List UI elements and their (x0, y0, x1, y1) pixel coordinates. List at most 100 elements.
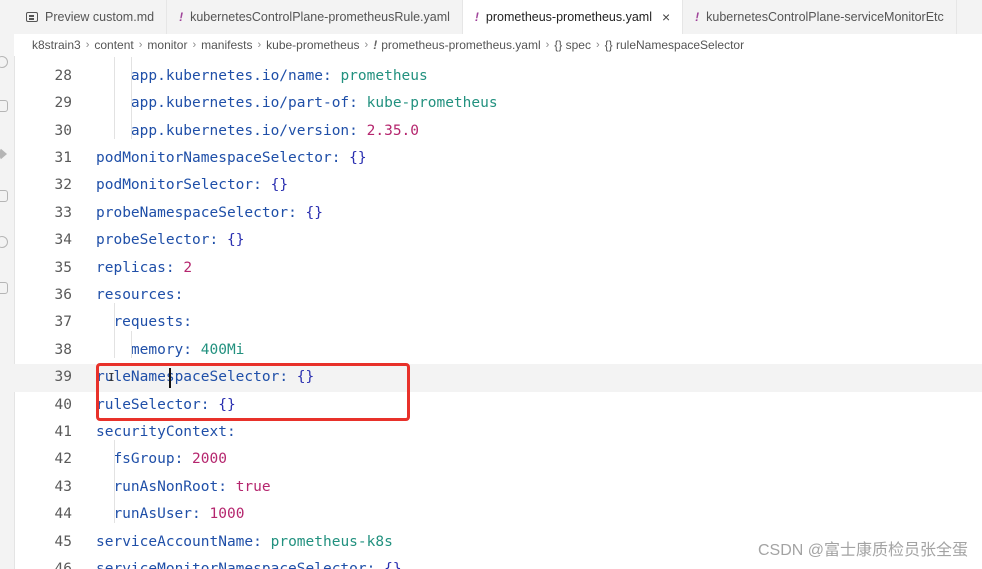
indent-guide (131, 56, 133, 139)
breadcrumb-item[interactable]: prometheus-prometheus.yaml (381, 38, 540, 52)
code-text: serviceMonitorNamespaceSelector: {} (96, 556, 402, 569)
line-number: 34 (54, 232, 72, 249)
breadcrumb-item[interactable]: monitor (147, 38, 187, 52)
testing-icon[interactable] (0, 282, 8, 294)
breadcrumb-item[interactable]: content (94, 38, 133, 52)
code-line[interactable]: 33 probeNamespaceSelector: {} (14, 200, 982, 227)
indent-guide (131, 330, 133, 359)
code-line[interactable]: 37 requests: (14, 309, 982, 336)
yaml-value: 2000 (192, 451, 227, 468)
code-line[interactable]: 32 podMonitorSelector: {} (14, 172, 982, 199)
chevron-right-icon: › (192, 39, 197, 51)
code-line[interactable]: 35 replicas: 2 (14, 255, 982, 282)
yaml-value: 2.35.0 (366, 122, 420, 139)
activity-bar (0, 0, 15, 569)
line-number: 29 (54, 95, 72, 112)
code-text: app.kubernetes.io/part-of: kube-promethe… (130, 95, 498, 112)
yaml-value: prometheus (340, 67, 428, 84)
yaml-value: 2 (183, 259, 193, 276)
yaml-key: podMonitorSelector (96, 177, 254, 194)
breadcrumb-item[interactable]: k8strain3 (32, 38, 81, 52)
code-text: fsGroup: 2000 (113, 451, 227, 468)
yaml-exclamation-icon: ! (695, 10, 700, 24)
editor-tab[interactable]: ! kubernetesControlPlane-serviceMonitorEt… (683, 0, 957, 34)
code-text: memory: 400Mi (130, 341, 245, 358)
code-editor[interactable]: 28 app.kubernetes.io/name: prometheus 29 ap… (14, 56, 982, 569)
breadcrumb-item[interactable]: {} ruleNamespaceSelector (605, 38, 744, 52)
source-control-icon[interactable] (0, 100, 8, 112)
editor-tab[interactable]: ! prometheus-prometheus.yaml × (462, 0, 684, 34)
yaml-value: kube-prometheus (366, 95, 498, 112)
code-text: app.kubernetes.io/name: prometheus (130, 67, 428, 84)
yaml-value: 400Mi (200, 341, 245, 358)
yaml-key: app.kubernetes.io/part-of (130, 95, 350, 112)
yaml-value: true (235, 478, 271, 495)
code-line[interactable]: 28 app.kubernetes.io/name: prometheus (14, 63, 982, 90)
indent-guide (114, 303, 115, 359)
yaml-key: app.kubernetes.io/name (130, 67, 323, 84)
yaml-key: resources (96, 287, 175, 303)
code-line[interactable]: 44 runAsUser: 1000 (14, 501, 982, 528)
code-line[interactable]: 36 resources: (14, 282, 982, 309)
chevron-right-icon: › (85, 39, 90, 51)
chevron-right-icon: › (257, 39, 262, 51)
chevron-right-icon: › (595, 39, 600, 51)
code-text: runAsNonRoot: true (113, 478, 271, 495)
code-line[interactable]: 41 securityContext: (14, 419, 982, 446)
yaml-exclamation-icon: ! (474, 10, 479, 24)
tab-label: Preview custom.md (45, 10, 155, 24)
line-number: 38 (54, 341, 72, 358)
chevron-right-icon: › (364, 39, 369, 51)
code-text: podMonitorSelector: {} (96, 177, 289, 194)
yaml-value: {} (384, 561, 402, 569)
yaml-key: memory (130, 341, 184, 358)
breadcrumb: k8strain3 › content › monitor › manifests › kube… (14, 34, 982, 56)
code-text: serviceAccountName: prometheus-k8s (96, 533, 393, 550)
yaml-value: {} (226, 232, 245, 249)
search-icon[interactable] (0, 56, 8, 68)
line-number: 45 (54, 533, 72, 550)
line-number: 35 (54, 259, 72, 276)
line-number: 43 (54, 478, 72, 495)
editor-tab[interactable]: Preview custom.md (14, 0, 168, 34)
line-number: 39 (54, 369, 72, 386)
code-line[interactable]: 43 runAsNonRoot: true (14, 474, 982, 501)
line-number: 42 (54, 451, 72, 468)
yaml-exclamation-icon: ! (373, 38, 378, 52)
code-text: resources: (96, 287, 193, 303)
line-number: 37 (54, 314, 72, 331)
yaml-key: probeSelector (96, 232, 210, 249)
run-debug-icon[interactable] (0, 148, 7, 160)
yaml-key: serviceAccountName (96, 533, 254, 550)
chevron-right-icon: › (545, 39, 550, 51)
yaml-value: {} (270, 177, 289, 194)
breadcrumb-item[interactable]: manifests (201, 38, 252, 52)
breadcrumb-item[interactable]: {} spec (554, 38, 591, 52)
close-icon[interactable]: × (662, 9, 670, 25)
code-line[interactable]: 29 app.kubernetes.io/part-of: kube-promet… (14, 90, 982, 117)
code-line[interactable]: 38 memory: 400Mi (14, 337, 982, 364)
yaml-exclamation-icon: ! (179, 10, 184, 24)
extensions-icon[interactable] (0, 190, 8, 202)
code-text: app.kubernetes.io/version: 2.35.0 (130, 122, 420, 139)
code-line[interactable]: 30 app.kubernetes.io/version: 2.35.0 (14, 118, 982, 145)
line-number: 44 (54, 506, 72, 523)
tab-label: kubernetesControlPlane-prometheusRule.ya… (190, 10, 450, 24)
line-number: 33 (54, 204, 72, 221)
code-line[interactable]: 42 fsGroup: 2000 (14, 446, 982, 473)
code-text: replicas: 2 (96, 259, 193, 276)
yaml-value: 1000 (209, 506, 245, 523)
remote-explorer-icon[interactable] (0, 236, 8, 248)
breadcrumb-item[interactable]: kube-prometheus (266, 38, 359, 52)
code-line[interactable]: 34 probeSelector: {} (14, 227, 982, 254)
yaml-key: requests (113, 314, 184, 331)
yaml-key: runAsUser (113, 506, 193, 523)
yaml-key: probeNamespaceSelector (96, 204, 289, 221)
yaml-key: fsGroup (113, 451, 175, 468)
line-number: 46 (54, 561, 72, 569)
yaml-key: podMonitorNamespaceSelector (96, 150, 332, 166)
indent-guide (114, 440, 115, 523)
code-line[interactable]: 31 podMonitorNamespaceSelector: {} (14, 145, 982, 172)
editor-tab[interactable]: ! kubernetesControlPlane-prometheusRule.y… (167, 0, 463, 34)
yaml-key: runAsNonRoot (113, 478, 219, 495)
